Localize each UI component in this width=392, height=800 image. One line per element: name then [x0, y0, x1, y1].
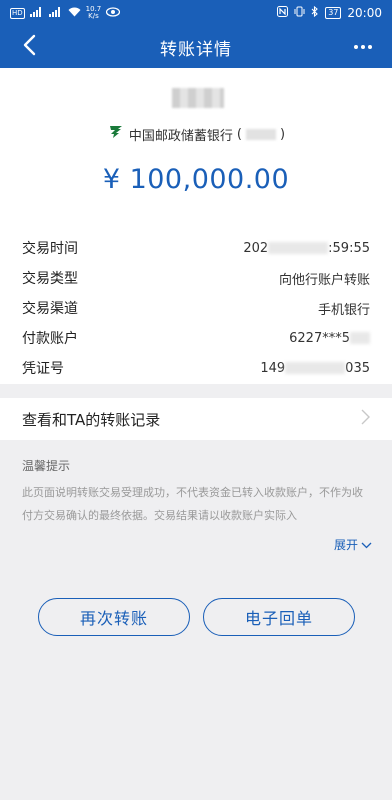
bank-paren-close: ) — [280, 126, 286, 142]
detail-row-time: 交易时间 202 :59:55 — [0, 233, 392, 263]
status-bar: HD 10.7 K/s 37 20:00 — [0, 0, 392, 26]
postal-bank-logo-icon — [107, 124, 125, 144]
transfer-history-label: 查看和TA的转账记录 — [22, 410, 161, 429]
transfer-again-button[interactable]: 再次转账 — [38, 598, 190, 636]
bluetooth-icon — [311, 5, 319, 20]
signal-icon-2 — [48, 6, 63, 20]
redacted-block — [268, 242, 329, 254]
redacted-block — [285, 362, 346, 374]
bank-name: 中国邮政储蓄银行 — [128, 128, 233, 144]
detail-value: 149 035 — [260, 361, 370, 376]
transfer-amount: ¥ 100,000.00 — [102, 164, 290, 195]
detail-row-type: 交易类型 向他行账户转账 — [0, 263, 392, 293]
more-menu-button[interactable] — [348, 32, 378, 62]
bank-branch-redacted — [246, 128, 276, 140]
battery-indicator: 37 — [325, 7, 342, 19]
back-button[interactable] — [14, 32, 44, 62]
detail-value-prefix: 6227***5 — [289, 330, 350, 346]
eye-icon — [106, 6, 121, 20]
chevron-down-icon — [361, 538, 372, 552]
net-speed: 10.7 K/s — [86, 6, 102, 20]
bank-paren-open: ( — [236, 126, 242, 142]
vibrate-icon — [294, 6, 305, 20]
detail-value: 202 :59:55 — [243, 241, 370, 256]
detail-label: 交易时间 — [22, 241, 78, 257]
nfc-icon — [277, 6, 289, 20]
detail-value: 向他行账户转账 — [278, 272, 370, 288]
back-arrow-icon — [22, 34, 36, 60]
expand-label: 展开 — [333, 538, 358, 552]
detail-value: 6227***5 — [289, 331, 370, 346]
hd-badge: HD — [10, 7, 25, 19]
tips-body: 此页面说明转账交易受理成功，不代表资金已转入收款账户，不作为收付方交易确认的最终… — [22, 486, 363, 522]
tips-title: 温馨提示 — [22, 459, 71, 473]
status-left: HD 10.7 K/s — [10, 6, 121, 20]
chevron-right-icon — [361, 409, 370, 429]
detail-row-channel: 交易渠道 手机银行 — [0, 293, 392, 323]
bank-row: 中国邮政储蓄银行 ( ) — [0, 124, 392, 144]
e-receipt-button[interactable]: 电子回单 — [203, 598, 355, 636]
redacted-block — [350, 332, 370, 344]
detail-value-suffix: :59:55 — [328, 240, 370, 256]
more-dot-icon — [354, 45, 358, 49]
wifi-icon — [68, 7, 81, 20]
detail-value: 手机银行 — [317, 302, 370, 318]
payee-name-redacted — [172, 88, 224, 108]
detail-label: 交易渠道 — [22, 301, 78, 317]
status-right: 37 20:00 — [277, 5, 382, 20]
detail-label: 付款账户 — [22, 331, 78, 347]
detail-value-prefix: 202 — [243, 240, 269, 256]
page-title: 转账详情 — [160, 39, 232, 60]
net-speed-unit: K/s — [88, 12, 99, 20]
more-dot-icon — [368, 45, 372, 49]
detail-label: 交易类型 — [22, 271, 78, 287]
detail-label: 凭证号 — [22, 361, 64, 377]
nav-bar: 转账详情 — [0, 26, 392, 68]
clock: 20:00 — [347, 6, 382, 20]
detail-value-prefix: 149 — [260, 360, 286, 376]
detail-value-suffix: 035 — [345, 360, 370, 376]
transfer-history-link[interactable]: 查看和TA的转账记录 — [0, 398, 392, 440]
transaction-details: 交易时间 202 :59:55 交易类型 向他行账户转账 交易渠道 手机银行 付款… — [0, 233, 392, 383]
signal-icon — [29, 6, 44, 20]
detail-row-account: 付款账户 6227***5 — [0, 323, 392, 353]
expand-tips-button[interactable]: 展开 — [334, 536, 372, 553]
transfer-summary-card: 中国邮政储蓄银行 ( ) ¥ 100,000.00 交易时间 202 :59:55… — [0, 68, 392, 384]
detail-row-voucher: 凭证号 149 035 — [0, 353, 392, 383]
more-dot-icon — [361, 45, 365, 49]
